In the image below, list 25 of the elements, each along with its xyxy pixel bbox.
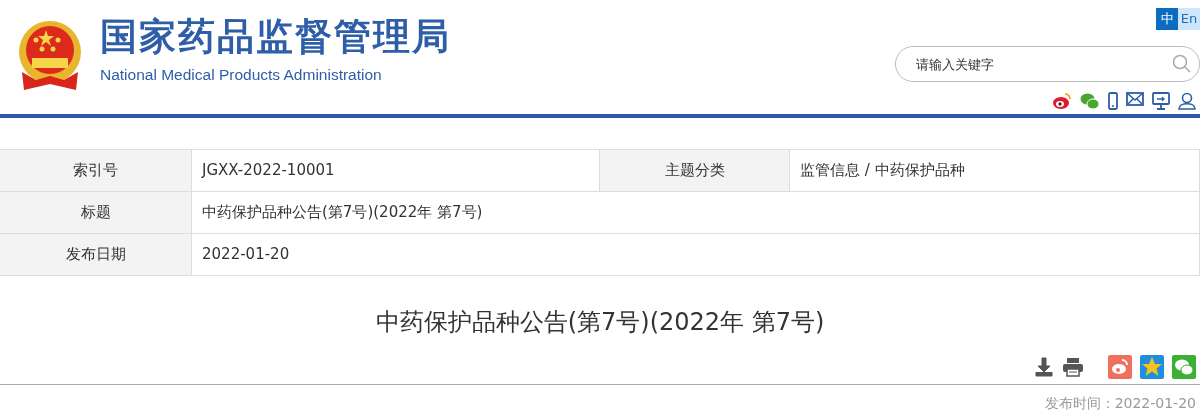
wechat-share-icon[interactable] (1172, 355, 1196, 379)
download-icon[interactable] (1034, 357, 1054, 377)
wechat-icon[interactable] (1080, 92, 1100, 110)
user-icon[interactable] (1178, 92, 1196, 110)
site-subtitle: National Medical Products Administration (100, 64, 383, 85)
site-title: 国家药品监督管理局 (100, 17, 451, 55)
weibo-icon[interactable] (1052, 92, 1072, 110)
weibo-share-icon[interactable] (1108, 355, 1132, 379)
field-label: 标题 (0, 192, 192, 233)
field-value: 监管信息 / 中药保护品种 (790, 150, 1200, 191)
field-label: 发布日期 (0, 234, 192, 275)
field-value: 2022-01-20 (192, 234, 1200, 275)
article-title: 中药保护品种公告(第7号)(2022年 第7号) (375, 307, 825, 338)
search-field[interactable]: 请输入关键字 (895, 46, 1200, 82)
language-tab[interactable]: En (1178, 8, 1200, 30)
star-share-icon[interactable] (1140, 355, 1164, 379)
phone-icon[interactable] (1108, 92, 1118, 110)
language-tab[interactable]: 中 (1156, 8, 1178, 30)
mail-icon[interactable] (1126, 92, 1144, 106)
monitor-icon[interactable] (1152, 92, 1170, 110)
publish-time: 发布时间：2022-01-20 (1044, 394, 1196, 413)
field-label: 主题分类 (600, 150, 790, 191)
field-value: 中药保护品种公告(第7号)(2022年 第7号) (192, 192, 1200, 233)
field-label: 索引号 (0, 150, 192, 191)
print-icon[interactable] (1062, 357, 1084, 377)
